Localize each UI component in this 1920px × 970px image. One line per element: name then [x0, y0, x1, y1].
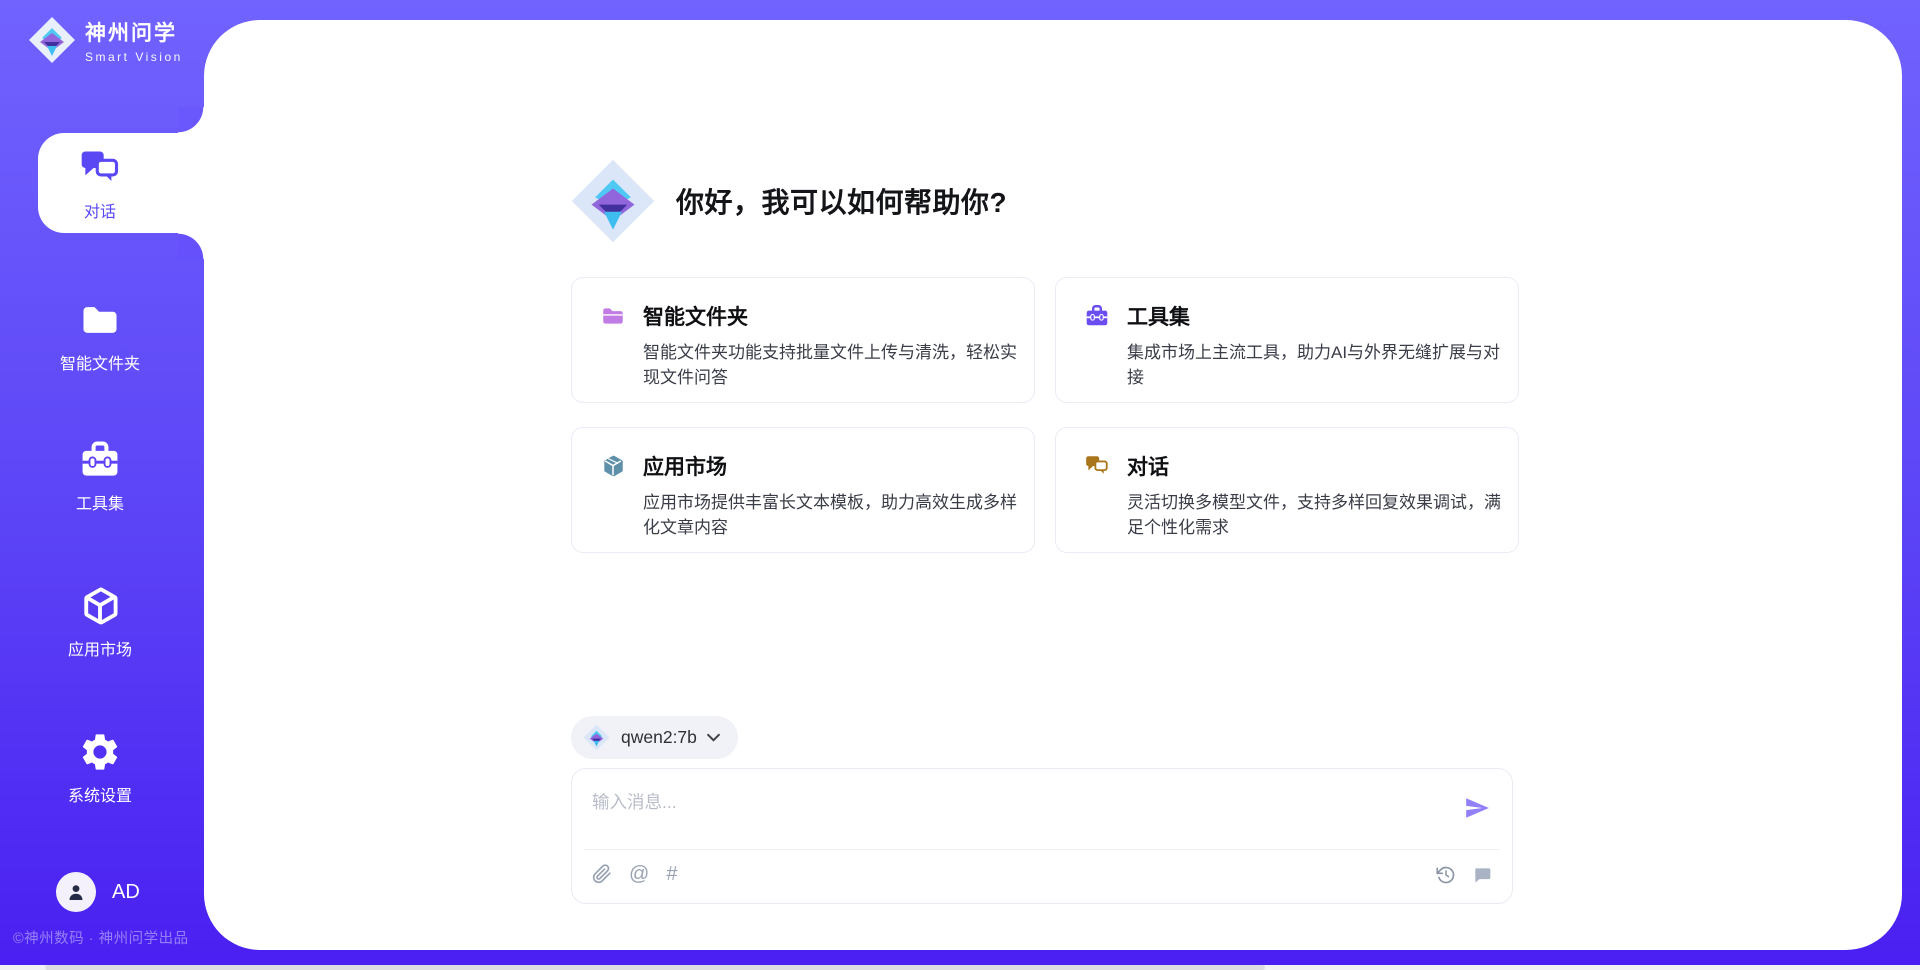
- sidebar-item-toolset[interactable]: 工具集: [0, 438, 200, 514]
- sidebar-item-settings[interactable]: 系统设置: [0, 730, 200, 806]
- composer-actions: [1436, 865, 1492, 885]
- sidebar-item-smart-folder[interactable]: 智能文件夹: [0, 298, 200, 374]
- copyright-footer: ©神州数码 · 神州问学出品: [13, 927, 189, 948]
- hash-icon[interactable]: #: [666, 864, 677, 884]
- paperclip-icon: [592, 864, 612, 884]
- greeting-text: 你好，我可以如何帮助你?: [676, 181, 1007, 221]
- chat-icon: [1084, 453, 1110, 479]
- message-input[interactable]: [592, 783, 1432, 821]
- card-title: 应用市场: [643, 451, 727, 481]
- horizontal-scrollbar-thumb[interactable]: [45, 965, 1265, 970]
- history-button[interactable]: [1436, 865, 1456, 885]
- active-nav-fillet-top: [178, 107, 204, 133]
- card-title: 工具集: [1127, 301, 1190, 331]
- feature-card-app-market[interactable]: 应用市场 应用市场提供丰富长文本模板，助力高效生成多样化文章内容: [571, 427, 1035, 553]
- card-title: 智能文件夹: [643, 301, 748, 331]
- brand-tagline: Smart Vision: [85, 50, 183, 64]
- model-name: qwen2:7b: [621, 727, 697, 748]
- greeting-row: 你好，我可以如何帮助你?: [570, 158, 1007, 244]
- sidebar-item-label: 对话: [84, 198, 116, 222]
- feature-card-chat[interactable]: 对话 灵活切换多模型文件，支持多样回复效果调试，满足个性化需求: [1055, 427, 1519, 553]
- brand-name: 神州问学: [85, 17, 183, 47]
- card-title: 对话: [1127, 451, 1169, 481]
- sidebar-item-label: 应用市场: [68, 636, 132, 660]
- sidebar-item-label: 智能文件夹: [60, 350, 140, 374]
- toolbox-icon: [1084, 303, 1110, 329]
- model-selector[interactable]: qwen2:7b: [571, 716, 738, 759]
- folder-icon: [600, 303, 626, 329]
- assistant-diamond-logo-icon: [570, 158, 656, 244]
- chat-icon: [78, 146, 122, 190]
- toolbox-icon: [78, 438, 122, 482]
- person-icon: [64, 880, 88, 904]
- card-description: 集成市场上主流工具，助力AI与外界无缝扩展与对接: [1127, 340, 1501, 390]
- composer-tools: @ #: [592, 864, 677, 884]
- sidebar-item-app-market[interactable]: 应用市场: [0, 584, 200, 660]
- avatar: [56, 872, 96, 912]
- folder-icon: [78, 298, 122, 342]
- sidebar-item-label: 系统设置: [68, 782, 132, 806]
- card-description: 灵活切换多模型文件，支持多样回复效果调试，满足个性化需求: [1127, 490, 1501, 540]
- sidebar-item-label: 工具集: [76, 490, 124, 514]
- user-name: AD: [112, 881, 140, 904]
- model-diamond-logo-icon: [583, 724, 610, 751]
- attach-button[interactable]: [592, 864, 612, 884]
- sidebar-item-chat[interactable]: 对话: [0, 146, 200, 222]
- message-bubble-icon: [1472, 865, 1492, 885]
- brand-diamond-logo-icon: [28, 16, 76, 64]
- feature-card-toolset[interactable]: 工具集 集成市场上主流工具，助力AI与外界无缝扩展与对接: [1055, 277, 1519, 403]
- send-icon: [1464, 795, 1490, 821]
- brand-logo-row: 神州问学 Smart Vision: [28, 16, 183, 64]
- message-composer: @ #: [571, 768, 1513, 904]
- active-nav-fillet-bottom: [178, 233, 204, 259]
- cube-icon: [78, 584, 122, 628]
- app-window: 神州问学 Smart Vision 对话 智能文件夹 工具集: [0, 0, 1920, 970]
- history-icon: [1436, 865, 1456, 885]
- card-description: 智能文件夹功能支持批量文件上传与清洗，轻松实现文件问答: [643, 340, 1017, 390]
- send-button[interactable]: [1464, 795, 1490, 821]
- card-description: 应用市场提供丰富长文本模板，助力高效生成多样化文章内容: [643, 490, 1017, 540]
- cube-icon: [600, 453, 626, 479]
- gear-icon: [78, 730, 122, 774]
- mention-icon[interactable]: @: [629, 864, 649, 884]
- composer-divider: [584, 849, 1500, 850]
- chevron-down-icon: [707, 733, 720, 742]
- horizontal-scrollbar-track[interactable]: [0, 965, 1920, 970]
- feature-cards: 智能文件夹 智能文件夹功能支持批量文件上传与清洗，轻松实现文件问答 工具集 集成…: [571, 277, 1519, 553]
- user-menu[interactable]: AD: [56, 872, 140, 912]
- feedback-button[interactable]: [1472, 865, 1492, 885]
- feature-card-smart-folder[interactable]: 智能文件夹 智能文件夹功能支持批量文件上传与清洗，轻松实现文件问答: [571, 277, 1035, 403]
